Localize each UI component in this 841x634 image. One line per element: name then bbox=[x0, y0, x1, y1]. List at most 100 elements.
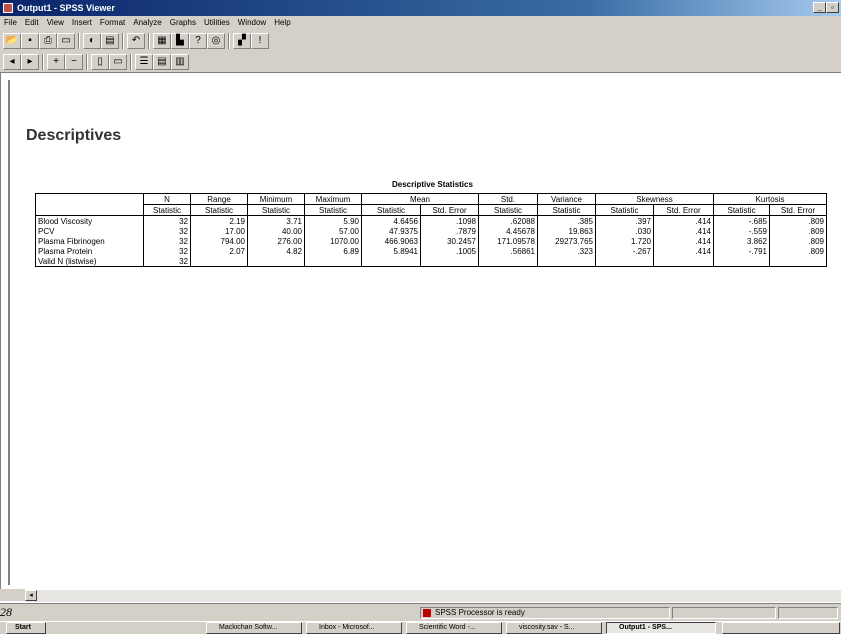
menu-analyze[interactable]: Analyze bbox=[129, 16, 165, 30]
maximize-button[interactable]: ▫ bbox=[826, 2, 839, 13]
taskbar-item-active[interactable]: Output1 - SPS... bbox=[606, 622, 716, 634]
row-label: Blood Viscosity bbox=[35, 215, 144, 226]
minimize-button[interactable]: _ bbox=[813, 2, 826, 13]
table-cell: 32 bbox=[143, 215, 191, 226]
table-cell: 30.2457 bbox=[420, 236, 479, 246]
expand-icon[interactable]: + bbox=[47, 54, 65, 70]
save-icon[interactable]: ▪ bbox=[21, 33, 39, 49]
table-cell bbox=[361, 256, 421, 267]
processor-status: SPSS Processor is ready bbox=[420, 607, 670, 619]
insert-title-icon[interactable]: ▤ bbox=[153, 54, 171, 70]
table-row: PCV 32 17.00 40.00 57.00 47.9375 .7879 4… bbox=[35, 226, 827, 236]
taskbar: Start Mackichan Softw... Inbox - Microso… bbox=[0, 621, 841, 634]
info-icon[interactable]: ! bbox=[251, 33, 269, 49]
header-mean: Mean bbox=[361, 193, 479, 205]
demote-icon[interactable]: ▸ bbox=[21, 54, 39, 70]
menu-file[interactable]: File bbox=[0, 16, 21, 30]
subheader-cell: Statistic bbox=[190, 204, 248, 216]
table-cell bbox=[247, 256, 305, 267]
goto-chart-icon[interactable]: ▙ bbox=[171, 33, 189, 49]
table-cell: 19.863 bbox=[537, 226, 596, 236]
row-label: Plasma Fibrinogen bbox=[35, 236, 144, 246]
row-label: Plasma Protein bbox=[35, 246, 144, 256]
header-variance: Variance bbox=[537, 193, 596, 205]
descriptives-heading: Descriptives bbox=[26, 127, 122, 144]
table-cell: 29273.765 bbox=[537, 236, 596, 246]
table-cell bbox=[190, 256, 248, 267]
subheader-cell: Statistic bbox=[537, 204, 596, 216]
export-icon[interactable]: ◐ bbox=[83, 33, 101, 49]
taskbar-item[interactable]: Mackichan Softw... bbox=[206, 622, 302, 634]
menu-edit[interactable]: Edit bbox=[21, 16, 43, 30]
undo-icon[interactable]: ↶ bbox=[127, 33, 145, 49]
collapse-icon[interactable]: − bbox=[65, 54, 83, 70]
table-row: Valid N (listwise) 32 bbox=[35, 256, 827, 267]
subheader-cell: Statistic bbox=[143, 204, 191, 216]
table-cell: .809 bbox=[769, 236, 827, 246]
table-cell bbox=[420, 256, 479, 267]
table-cell: .414 bbox=[653, 226, 714, 236]
print-preview-icon[interactable]: ▭ bbox=[57, 33, 75, 49]
open-icon[interactable]: 📂 bbox=[3, 33, 21, 49]
table-cell: 6.89 bbox=[304, 246, 362, 256]
subheader-cell: Statistic bbox=[247, 204, 305, 216]
print-icon[interactable]: ⎙ bbox=[39, 33, 57, 49]
subheader-cell: Statistic bbox=[478, 204, 538, 216]
table-cell: 794.00 bbox=[190, 236, 248, 246]
table-cell: .809 bbox=[769, 215, 827, 226]
start-button[interactable]: Start bbox=[6, 622, 46, 634]
taskbar-item[interactable]: Inbox - Microsof... bbox=[306, 622, 402, 634]
insert-text-icon[interactable]: ▥ bbox=[171, 54, 189, 70]
table-cell: 17.00 bbox=[190, 226, 248, 236]
window-title: Output1 - SPSS Viewer bbox=[17, 3, 115, 13]
header-maximum: Maximum bbox=[304, 193, 362, 205]
row-label: Valid N (listwise) bbox=[35, 256, 144, 267]
outline-toolbar: ◂ ▸ + − ▯ ▭ ☰ ▤ ▥ bbox=[0, 52, 841, 73]
subheader-cell: Std. Error bbox=[769, 204, 827, 216]
table-cell bbox=[653, 256, 714, 267]
recall-dialog-icon[interactable]: ▤ bbox=[101, 33, 119, 49]
title-bar: Output1 - SPSS Viewer _ ▫ bbox=[0, 0, 841, 16]
menu-help[interactable]: Help bbox=[270, 16, 294, 30]
variables-icon[interactable]: ? bbox=[189, 33, 207, 49]
table-cell: 47.9375 bbox=[361, 226, 421, 236]
table-cell: 57.00 bbox=[304, 226, 362, 236]
designate-window-icon[interactable]: ▞ bbox=[233, 33, 251, 49]
insert-heading-icon[interactable]: ☰ bbox=[135, 54, 153, 70]
hide-icon[interactable]: ▭ bbox=[109, 54, 127, 70]
processor-icon bbox=[423, 609, 431, 617]
horizontal-scrollbar[interactable]: ◂ bbox=[25, 589, 841, 602]
menu-window[interactable]: Window bbox=[234, 16, 270, 30]
header-minimum: Minimum bbox=[247, 193, 305, 205]
menu-view[interactable]: View bbox=[43, 16, 68, 30]
table-cell: 466.9063 bbox=[361, 236, 421, 246]
menu-graphs[interactable]: Graphs bbox=[166, 16, 200, 30]
goto-data-icon[interactable]: ▦ bbox=[153, 33, 171, 49]
row-label-header bbox=[35, 193, 144, 216]
menu-utilities[interactable]: Utilities bbox=[200, 16, 234, 30]
status-panel bbox=[778, 607, 838, 619]
outline-pane-divider[interactable] bbox=[8, 80, 10, 585]
subheader-cell: Std. Error bbox=[653, 204, 714, 216]
table-cell: .397 bbox=[595, 215, 654, 226]
header-skewness: Skewness bbox=[595, 193, 714, 205]
taskbar-item[interactable]: viscosity.sav - S... bbox=[506, 622, 602, 634]
menu-insert[interactable]: Insert bbox=[68, 16, 96, 30]
find-icon[interactable]: ◎ bbox=[207, 33, 225, 49]
table-cell: 171.09578 bbox=[478, 236, 538, 246]
menu-format[interactable]: Format bbox=[96, 16, 129, 30]
scroll-left-icon[interactable]: ◂ bbox=[25, 590, 37, 601]
show-icon[interactable]: ▯ bbox=[91, 54, 109, 70]
table-cell: .385 bbox=[537, 215, 596, 226]
table-cell bbox=[537, 256, 596, 267]
table-cell: 2.19 bbox=[190, 215, 248, 226]
promote-icon[interactable]: ◂ bbox=[3, 54, 21, 70]
table-cell: -.559 bbox=[713, 226, 770, 236]
table-cell: 4.6456 bbox=[361, 215, 421, 226]
subheader-cell: Statistic bbox=[595, 204, 654, 216]
table-cell: 3.862 bbox=[713, 236, 770, 246]
status-text: SPSS Processor is ready bbox=[435, 608, 525, 617]
taskbar-item[interactable]: Scientific Word -... bbox=[406, 622, 502, 634]
table-cell: 4.45678 bbox=[478, 226, 538, 236]
table-cell: .414 bbox=[653, 246, 714, 256]
